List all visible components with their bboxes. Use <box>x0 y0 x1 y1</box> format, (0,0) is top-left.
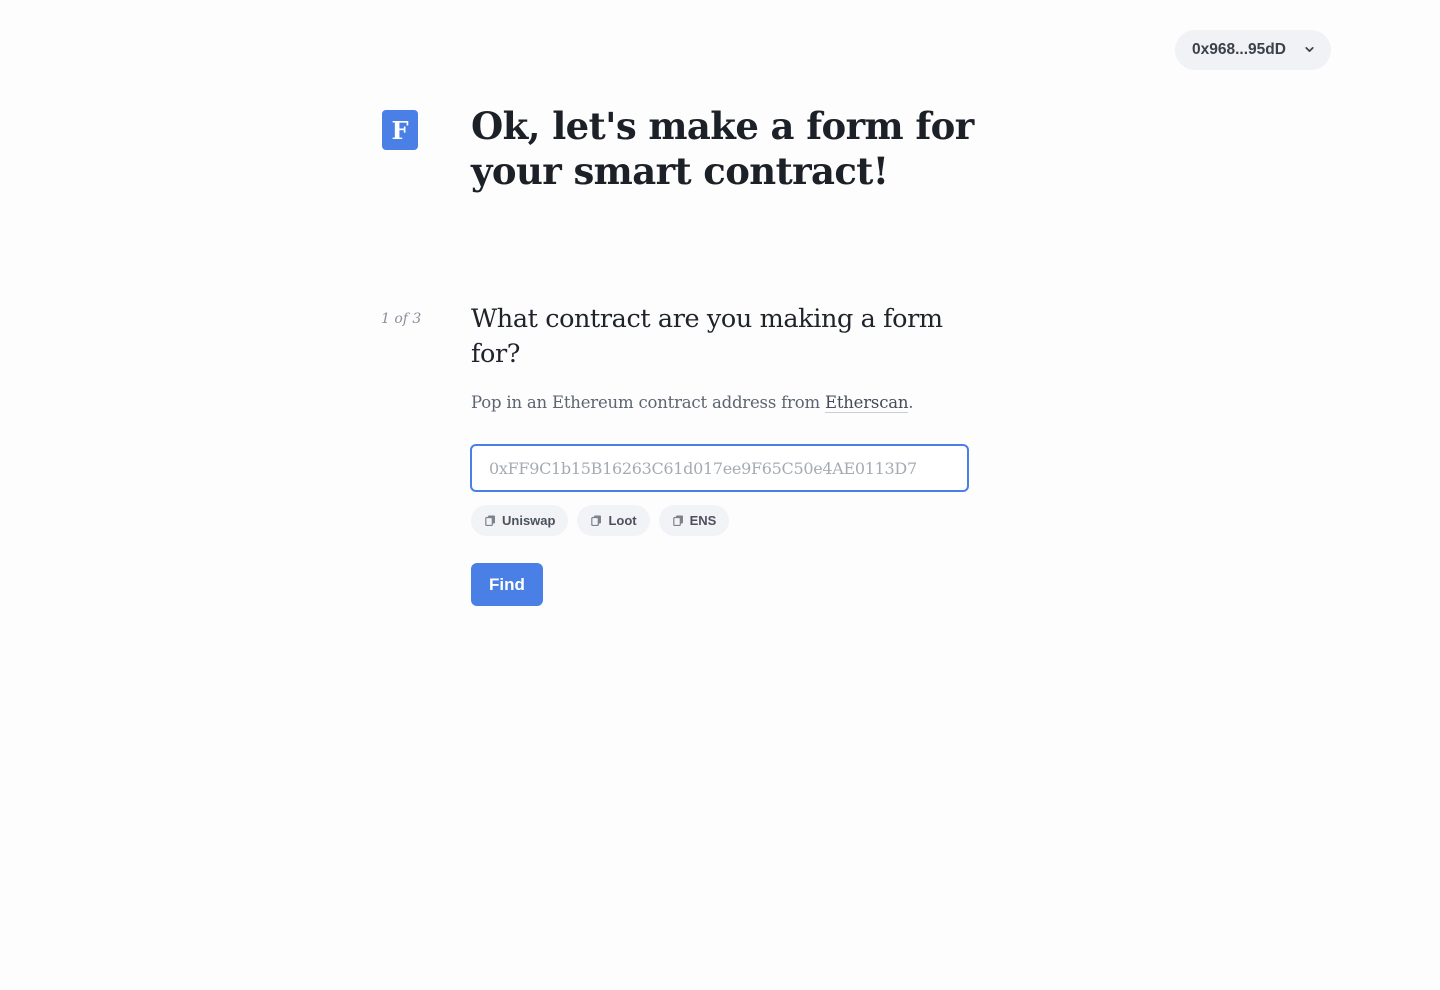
contract-address-input[interactable] <box>470 444 969 492</box>
helper-text: Pop in an Ethereum contract address from… <box>471 393 914 413</box>
example-chip-ens[interactable]: ENS <box>658 505 730 536</box>
example-contracts: Uniswap Loot ENS <box>471 505 730 536</box>
page-title: Ok, let's make a form for your smart con… <box>471 104 974 193</box>
example-chip-label: Loot <box>608 513 637 528</box>
step-question: What contract are you making a form for? <box>471 304 943 369</box>
example-chip-loot[interactable]: Loot <box>577 505 650 536</box>
etherscan-link[interactable]: Etherscan <box>824 393 908 413</box>
app-logo: F <box>382 110 418 150</box>
step-counter: 1 of 3 <box>381 311 422 327</box>
example-chip-label: Uniswap <box>502 513 556 528</box>
wallet-address: 0x968...95dD <box>1192 41 1286 58</box>
copy-icon <box>485 515 495 526</box>
find-button[interactable]: Find <box>471 563 543 606</box>
helper-text-suffix: . <box>908 393 914 412</box>
chevron-down-icon <box>1305 47 1314 52</box>
example-chip-uniswap[interactable]: Uniswap <box>471 505 569 536</box>
copy-icon <box>591 515 602 526</box>
copy-icon <box>672 515 683 526</box>
wallet-account-button[interactable]: 0x968...95dD <box>1175 30 1331 70</box>
example-chip-label: ENS <box>689 513 717 528</box>
helper-text-prefix: Pop in an Ethereum contract address from <box>471 393 825 412</box>
